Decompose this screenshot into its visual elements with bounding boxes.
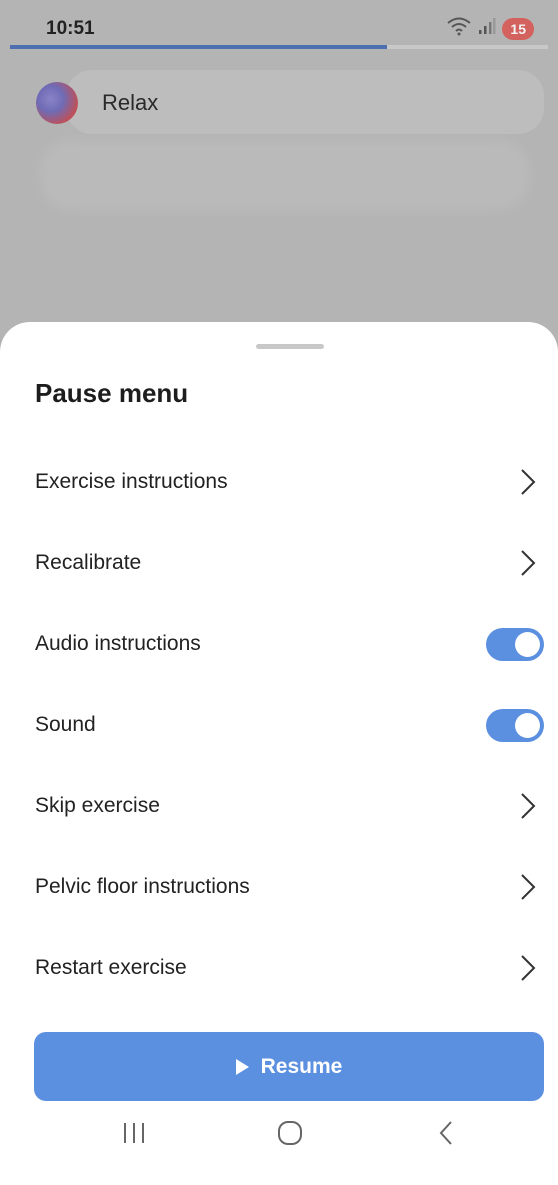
toggle-knob	[515, 632, 540, 657]
menu-item-label: Sound	[35, 713, 96, 736]
menu-item-sound: Sound	[0, 685, 558, 766]
battery-level-badge: 15	[502, 17, 534, 40]
audio-instructions-toggle[interactable]	[486, 628, 544, 661]
status-time: 10:51	[46, 18, 95, 39]
sound-toggle[interactable]	[486, 709, 544, 742]
chevron-right-icon	[521, 469, 536, 495]
menu-item-label: Exercise instructions	[35, 470, 228, 493]
menu-item-label: Recalibrate	[35, 551, 142, 574]
status-bar: 10:51 15	[0, 0, 558, 44]
pause-menu-title: Pause menu	[35, 378, 189, 408]
exercise-progress-bar	[10, 45, 548, 49]
exercise-halo	[40, 140, 530, 210]
wifi-icon	[446, 16, 472, 41]
chevron-right-icon	[521, 955, 536, 981]
resume-label: Resume	[260, 1054, 343, 1078]
pause-menu-sheet: Pause menu Exercise instructions Recalib…	[0, 322, 558, 1185]
menu-item-audio-instructions: Audio instructions	[0, 604, 558, 685]
menu-item-label: Audio instructions	[35, 632, 201, 655]
chevron-right-icon	[521, 874, 536, 900]
menu-item-label: Skip exercise	[35, 794, 160, 817]
pause-menu-list: Exercise instructions Recalibrate Audio …	[0, 442, 558, 1009]
exercise-backdrop: 10:51 15 Relax	[0, 0, 558, 340]
system-navigation-bar	[0, 1110, 558, 1185]
exercise-progress-fill	[10, 45, 387, 49]
chevron-right-icon	[521, 550, 536, 576]
menu-item-label: Restart exercise	[35, 956, 187, 979]
toggle-knob	[515, 713, 540, 738]
signal-icon	[478, 17, 496, 40]
menu-item-restart-exercise[interactable]: Restart exercise	[0, 928, 558, 1009]
menu-item-label: Pelvic floor instructions	[35, 875, 250, 898]
resume-button[interactable]: Resume	[34, 1032, 544, 1101]
chevron-right-icon	[521, 793, 536, 819]
home-icon[interactable]	[277, 1120, 303, 1146]
menu-item-recalibrate[interactable]: Recalibrate	[0, 523, 558, 604]
exercise-orb-icon	[36, 82, 78, 124]
play-icon	[235, 1058, 249, 1075]
menu-item-skip-exercise[interactable]: Skip exercise	[0, 766, 558, 847]
menu-item-pelvic-floor-instructions[interactable]: Pelvic floor instructions	[0, 847, 558, 928]
status-icons: 15	[446, 16, 534, 41]
sheet-drag-handle[interactable]	[256, 344, 324, 349]
menu-item-exercise-instructions[interactable]: Exercise instructions	[0, 442, 558, 523]
recent-apps-icon[interactable]	[122, 1120, 146, 1146]
back-icon[interactable]	[437, 1120, 455, 1146]
exercise-title: Relax	[102, 90, 159, 115]
